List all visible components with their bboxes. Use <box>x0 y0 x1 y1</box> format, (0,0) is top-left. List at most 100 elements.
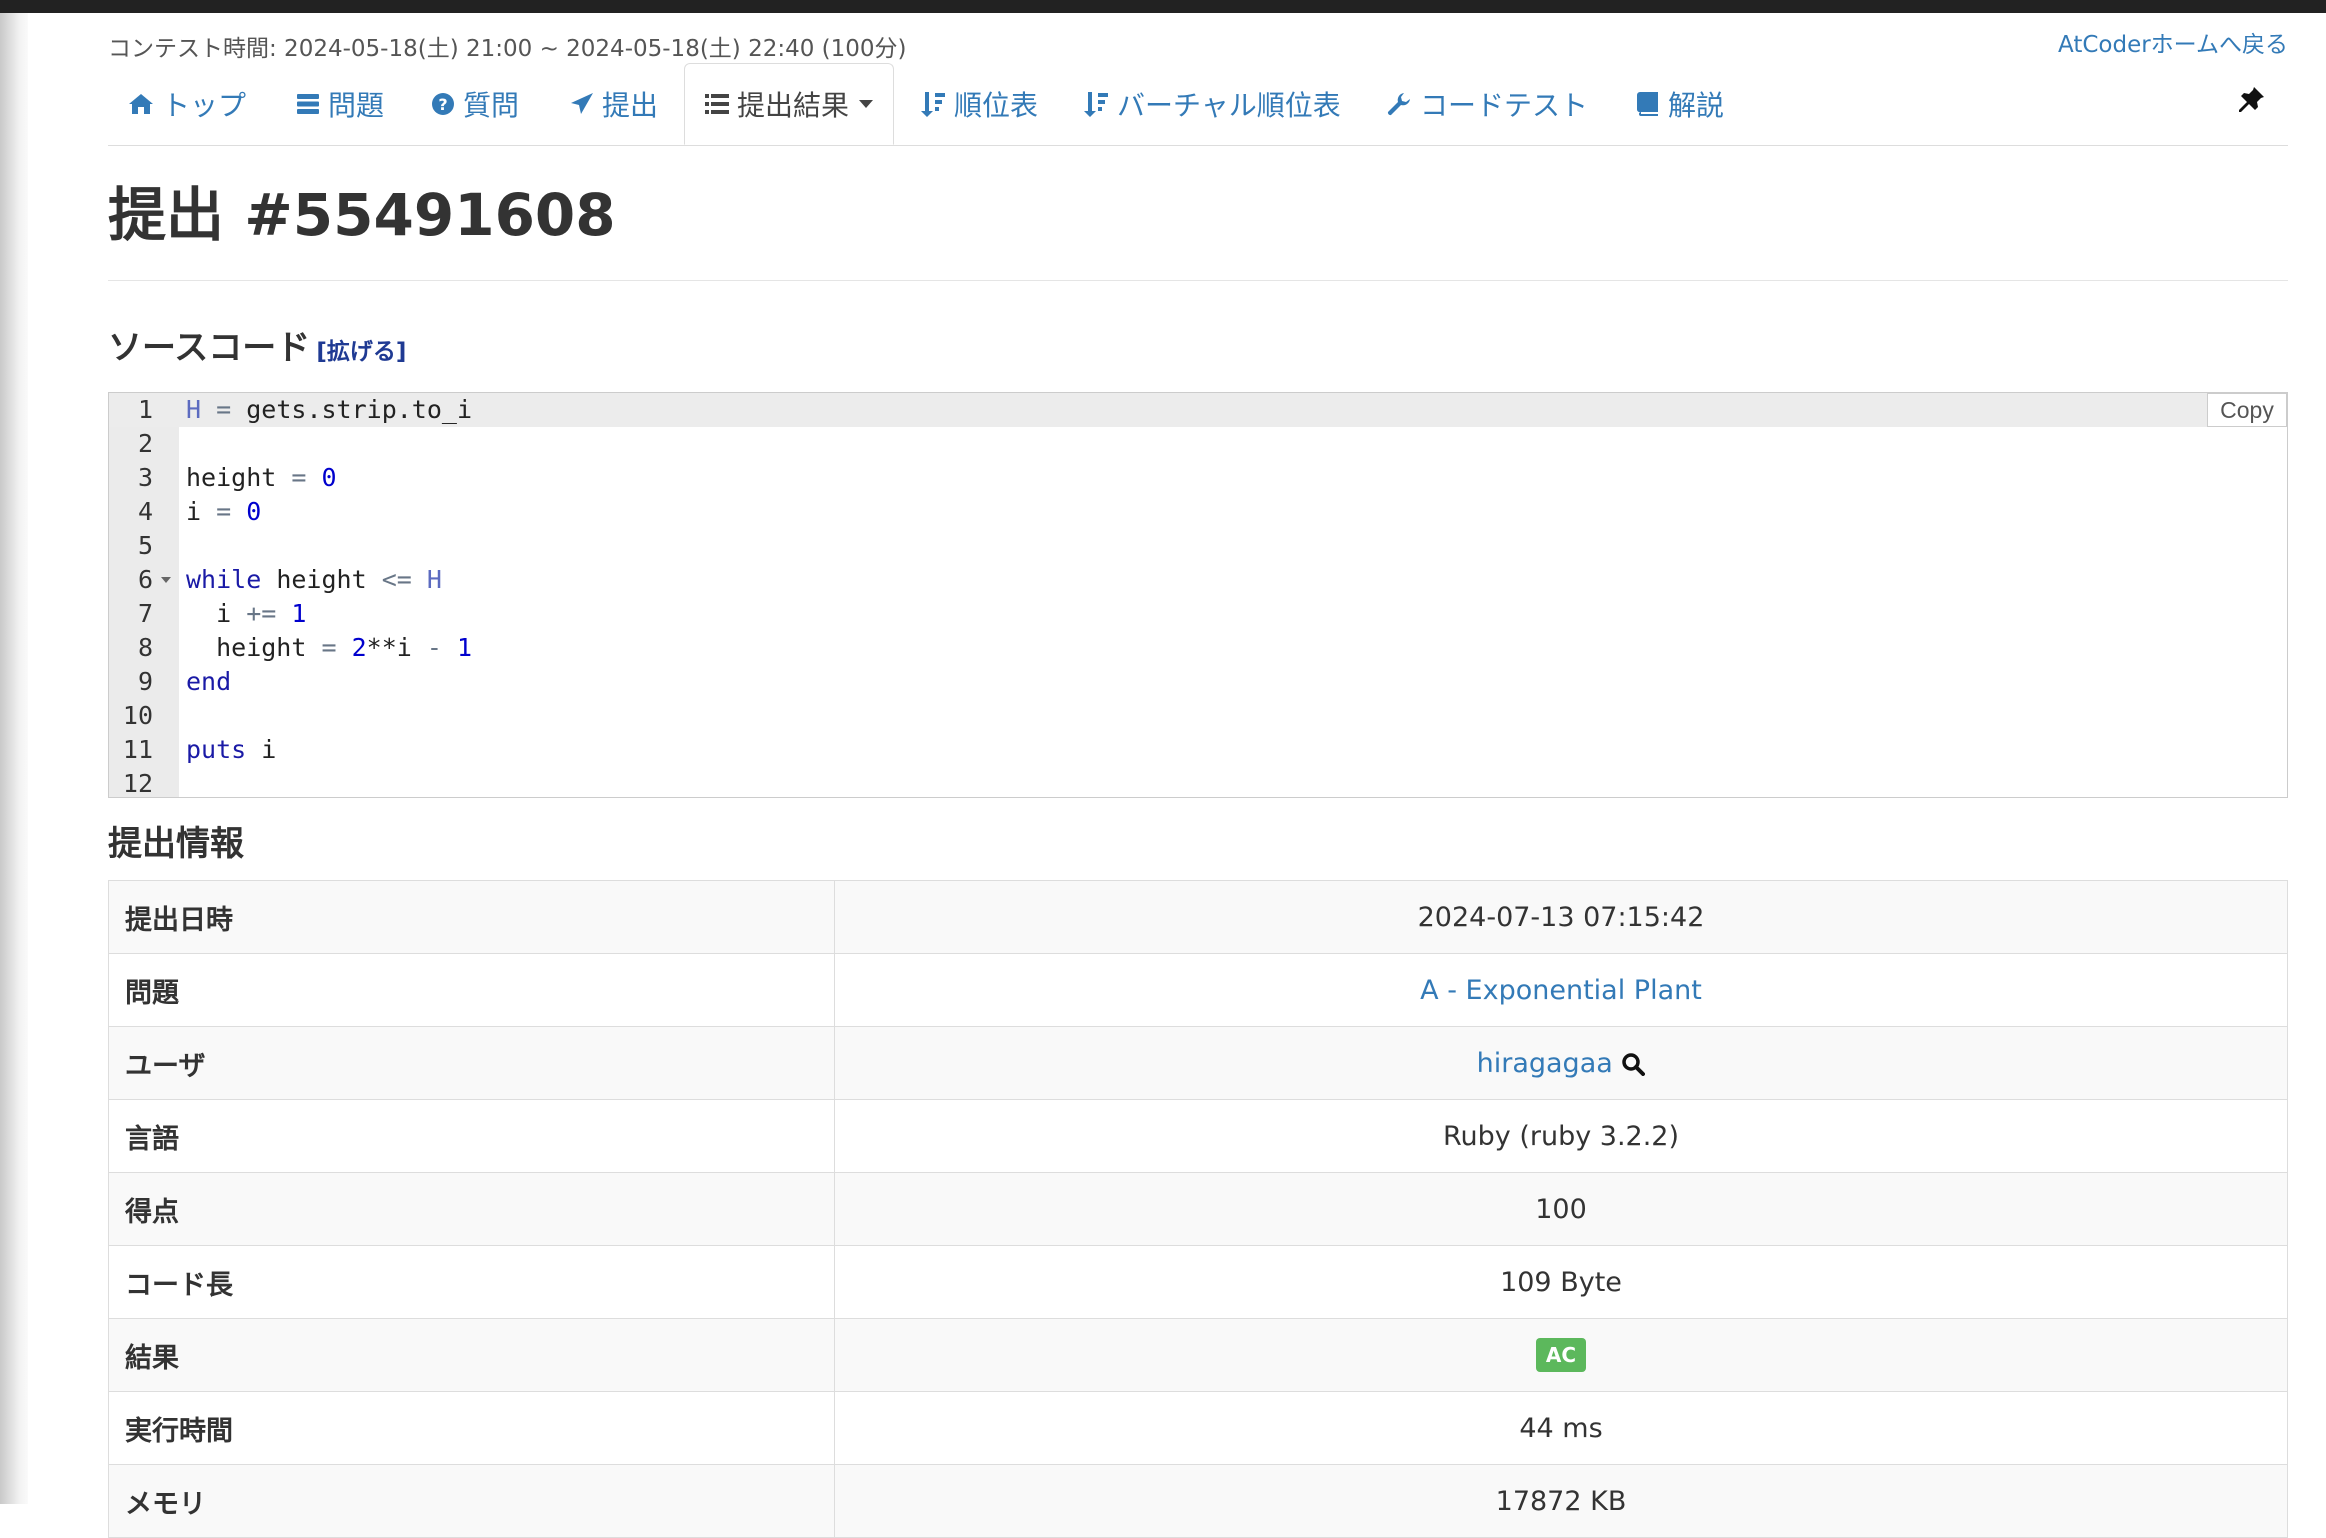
line-number: 2 <box>137 429 153 458</box>
code-line: 4 i = 0 <box>109 495 2287 529</box>
nav-editorial[interactable]: 解説 <box>1636 63 1724 145</box>
source-code-heading-text: ソースコード <box>108 328 311 368</box>
score-value: 100 <box>834 1172 2288 1246</box>
submission-time: 2024-07-13 07:15:42 <box>834 880 2288 954</box>
code-line: 12 <box>109 767 2287 798</box>
pin-icon[interactable] <box>2236 85 2266 119</box>
question-icon: ? <box>432 93 454 115</box>
code-text: height = 0 <box>186 463 337 492</box>
code-length-value: 109 Byte <box>834 1245 2288 1319</box>
nav-clarifications-label: 質問 <box>463 89 520 122</box>
code-text: H = gets.strip.to_i <box>186 395 473 424</box>
line-number: 7 <box>137 599 153 628</box>
line-number: 6 <box>137 565 153 594</box>
code-line: 6 while height <= H <box>109 563 2287 597</box>
dropdown-caret-icon <box>859 100 873 108</box>
code-text: i += 1 <box>186 599 307 628</box>
submission-info-table: 提出日時 2024-07-13 07:15:42 問題 A - Exponent… <box>108 880 2288 1538</box>
nav-submissions[interactable]: 提出結果 <box>684 63 894 145</box>
row-key: 実行時間 <box>108 1391 835 1465</box>
memory-value: 17872 KB <box>834 1464 2288 1538</box>
divider <box>108 280 2288 281</box>
code-line: 9 end <box>109 665 2287 699</box>
code-text: puts i <box>186 735 277 764</box>
row-key: 問題 <box>108 953 835 1027</box>
line-number: 1 <box>137 395 153 424</box>
expand-code-link[interactable]: [拡げる] <box>316 339 406 365</box>
table-row: 結果 AC <box>108 1318 2288 1392</box>
result-cell: AC <box>834 1318 2288 1392</box>
nav-editorial-label: 解説 <box>1668 89 1725 122</box>
nav-virtual-standings-label: バーチャル順位表 <box>1117 89 1341 122</box>
table-row: ユーザ hiragagaa <box>108 1026 2288 1100</box>
contest-time: コンテスト時間: 2024-05-18(土) 21:00 ~ 2024-05-1… <box>108 36 907 62</box>
code-text: end <box>186 667 232 696</box>
list-icon <box>705 94 729 114</box>
table-row: 言語 Ruby (ruby 3.2.2) <box>108 1099 2288 1173</box>
table-row: コード長 109 Byte <box>108 1245 2288 1319</box>
code-line: 3 height = 0 <box>109 461 2287 495</box>
copy-button[interactable]: Copy <box>2207 393 2287 427</box>
send-icon <box>571 93 593 114</box>
code-text: while height <= H <box>186 565 442 594</box>
code-editor[interactable]: 1 H = gets.strip.to_i 2 3 height = 0 4 i… <box>108 392 2288 798</box>
fold-arrow-icon[interactable] <box>161 577 171 583</box>
row-key: 提出日時 <box>108 880 835 954</box>
nav-standings-label: 順位表 <box>954 89 1039 122</box>
line-number: 9 <box>137 667 153 696</box>
line-number: 11 <box>122 735 153 764</box>
line-number: 5 <box>137 531 153 560</box>
nav-tasks[interactable]: 問題 <box>296 63 384 145</box>
window-top-bar <box>0 0 2326 13</box>
code-line: 2 <box>109 427 2287 461</box>
nav-virtual-standings[interactable]: バーチャル順位表 <box>1083 63 1341 145</box>
task-link[interactable]: A - Exponential Plant <box>1420 975 1702 1006</box>
code-text: i = 0 <box>186 497 262 526</box>
nav-standings[interactable]: 順位表 <box>920 63 1038 145</box>
home-icon <box>129 94 153 114</box>
status-badge: AC <box>1535 1338 1587 1372</box>
atcoder-home-link[interactable]: AtCoderホームへ戻る <box>2058 25 2288 59</box>
code-line: 7 i += 1 <box>109 597 2287 631</box>
line-number: 4 <box>137 497 153 526</box>
table-row: 問題 A - Exponential Plant <box>108 953 2288 1027</box>
nav-submit-label: 提出 <box>602 89 659 122</box>
sort-icon <box>1084 92 1108 117</box>
search-icon[interactable] <box>1621 1052 1646 1076</box>
svg-text:?: ? <box>438 95 447 114</box>
code-line: 5 <box>109 529 2287 563</box>
user-cell: hiragagaa <box>834 1026 2288 1100</box>
line-number: 10 <box>122 701 153 730</box>
table-row: メモリ 17872 KB <box>108 1464 2288 1538</box>
table-row: 得点 100 <box>108 1172 2288 1246</box>
page-title: 提出 #55491608 <box>108 181 616 249</box>
line-number: 3 <box>137 463 153 492</box>
code-line: 11 puts i <box>109 733 2287 767</box>
table-row: 提出日時 2024-07-13 07:15:42 <box>108 880 2288 954</box>
code-text: height = 2**i - 1 <box>186 633 473 662</box>
line-number: 12 <box>122 769 153 798</box>
user-link[interactable]: hiragagaa <box>1477 1048 1613 1079</box>
nav-top[interactable]: トップ <box>128 63 246 145</box>
row-key: 言語 <box>108 1099 835 1173</box>
tasks-icon <box>297 94 319 114</box>
task-cell: A - Exponential Plant <box>834 953 2288 1027</box>
sort-icon <box>921 92 945 117</box>
nav-tasks-label: 問題 <box>328 89 385 122</box>
nav-submit[interactable]: 提出 <box>570 63 658 145</box>
row-key: コード長 <box>108 1245 835 1319</box>
nav-custom-test[interactable]: コードテスト <box>1386 63 1588 145</box>
wrench-icon <box>1387 93 1410 116</box>
nav-top-label: トップ <box>162 89 247 122</box>
row-key: 結果 <box>108 1318 835 1392</box>
submission-info-heading: 提出情報 <box>108 824 244 864</box>
code-line: 8 height = 2**i - 1 <box>109 631 2287 665</box>
exec-time-value: 44 ms <box>834 1391 2288 1465</box>
nav-clarifications[interactable]: ? 質問 <box>431 63 519 145</box>
nav-submissions-label: 提出結果 <box>736 89 849 122</box>
table-row: 実行時間 44 ms <box>108 1391 2288 1465</box>
contest-nav: トップ 問題 ? 質問 提出 提出結果 順位表 バーチャル順位表 コードテスト … <box>108 63 2288 146</box>
row-key: ユーザ <box>108 1026 835 1100</box>
row-key: メモリ <box>108 1464 835 1538</box>
code-line: 10 <box>109 699 2287 733</box>
